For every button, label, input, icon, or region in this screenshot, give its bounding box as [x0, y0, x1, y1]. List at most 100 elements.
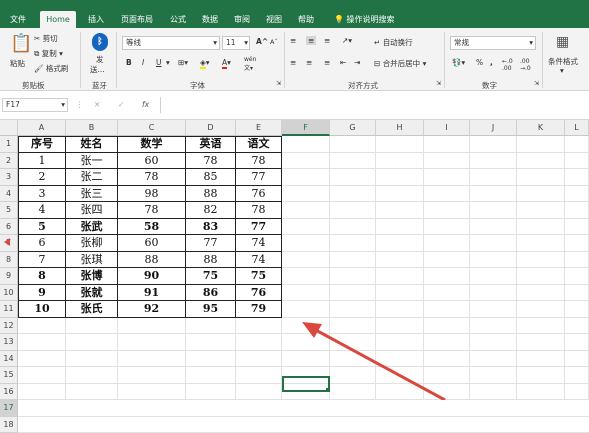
- name-box[interactable]: F17 ▾: [2, 98, 68, 112]
- wrap-text-button[interactable]: ↵ 自动换行: [374, 37, 413, 48]
- currency-icon[interactable]: 💱▾: [452, 58, 465, 67]
- grow-font-label: A: [256, 37, 262, 46]
- align-right-icon[interactable]: ≡: [324, 58, 330, 67]
- wrap-text-label: 自动换行: [383, 38, 413, 47]
- chevron-down-icon: ▾: [244, 37, 249, 49]
- separator: [444, 32, 445, 88]
- chevron-down-icon[interactable]: ▾: [560, 66, 564, 75]
- chevron-down-icon: ▾: [61, 99, 67, 111]
- group-label-alignment: 对齐方式: [348, 80, 378, 91]
- chevron-down-icon[interactable]: ▾: [166, 58, 170, 67]
- dialog-launcher-icon[interactable]: ⇲: [276, 80, 281, 87]
- separator: [80, 32, 81, 88]
- tab-home[interactable]: Home: [40, 11, 76, 28]
- bold-button[interactable]: B: [126, 58, 132, 67]
- row-header[interactable]: 18: [0, 417, 18, 433]
- tab-data[interactable]: 数据: [198, 11, 222, 28]
- dialog-launcher-icon[interactable]: ⇲: [534, 80, 539, 87]
- cut-button[interactable]: ✂ 剪切: [34, 33, 58, 44]
- underline-button[interactable]: U: [156, 58, 162, 67]
- lightbulb-icon: 💡: [334, 15, 344, 24]
- formula-bar: F17 ▾ ⋮ ✕ ✓ fx: [0, 92, 589, 120]
- comma-button[interactable]: ,: [490, 58, 493, 67]
- worksheet-grid[interactable]: ABCDEFGHIJKL123456789101112131415161718 …: [0, 120, 589, 400]
- chevron-down-icon: ▾: [213, 37, 219, 49]
- enter-icon[interactable]: ✓: [118, 100, 124, 109]
- number-format-value: 常规: [454, 38, 469, 47]
- title-bar: [0, 0, 589, 8]
- formula-input[interactable]: [162, 97, 589, 114]
- align-center-icon[interactable]: ≡: [306, 58, 312, 67]
- format-painter-label: 格式刷: [46, 64, 69, 73]
- ribbon-home: 📋 粘贴 ✂ 剪切 ⧉ 复制 ▾ 🖌 格式刷 剪贴板 ᛒ 发 送... 蓝牙 等…: [0, 28, 589, 91]
- percent-button[interactable]: %: [476, 58, 483, 67]
- group-label-bluetooth: 蓝牙: [92, 80, 107, 91]
- font-name-value: 等线: [126, 38, 141, 47]
- tell-me-search[interactable]: 💡 操作说明搜索: [334, 11, 424, 28]
- gridline: [18, 416, 589, 417]
- align-top-icon[interactable]: ≡: [290, 36, 296, 45]
- tab-review[interactable]: 审阅: [230, 11, 254, 28]
- ribbon-tabs: 文件 Home 插入 页面布局 公式 数据 审阅 视图 帮助 💡 操作说明搜索: [0, 8, 589, 28]
- grow-font-button[interactable]: A^: [256, 37, 268, 46]
- align-left-icon[interactable]: ≡: [290, 58, 296, 67]
- dialog-launcher-icon[interactable]: ⇲: [436, 80, 441, 87]
- decrease-decimal-icon[interactable]: .00→.0: [520, 58, 531, 72]
- conditional-format-icon[interactable]: ▦: [556, 34, 569, 50]
- shrink-font-label: A: [270, 38, 274, 46]
- italic-button[interactable]: I: [142, 58, 144, 67]
- format-painter-button[interactable]: 🖌 格式刷: [34, 63, 68, 74]
- tab-view[interactable]: 视图: [262, 11, 286, 28]
- decrease-indent-icon[interactable]: ⇤: [340, 58, 346, 67]
- tab-help[interactable]: 帮助: [294, 11, 318, 28]
- font-name-select[interactable]: 等线 ▾: [122, 36, 220, 50]
- bluetooth-icon[interactable]: ᛒ: [92, 33, 108, 51]
- phonetic-label: wén: [244, 56, 256, 63]
- cut-label: 剪切: [43, 34, 58, 43]
- separator: [116, 32, 117, 88]
- tab-page-layout[interactable]: 页面布局: [116, 11, 158, 28]
- more-options-icon: ⋮: [76, 100, 84, 109]
- scissors-icon: ✂: [34, 34, 40, 43]
- align-middle-icon[interactable]: ≡: [306, 36, 316, 45]
- tab-file[interactable]: 文件: [4, 11, 32, 28]
- font-size-value: 11: [226, 38, 236, 47]
- merge-icon: ⊟: [374, 59, 380, 68]
- copy-label: 复制: [42, 49, 57, 58]
- tab-insert[interactable]: 插入: [84, 11, 108, 28]
- separator: [160, 97, 161, 113]
- orientation-icon[interactable]: ↗▾: [342, 36, 352, 45]
- group-label-number: 数字: [482, 80, 497, 91]
- copy-icon: ⧉: [34, 49, 39, 58]
- row-header[interactable]: 17: [0, 400, 18, 417]
- bluetooth-send-label-2: 送...: [90, 64, 105, 75]
- tab-formulas[interactable]: 公式: [166, 11, 190, 28]
- annotation-arrow: [0, 120, 589, 400]
- shrink-font-button[interactable]: Aˇ: [270, 38, 278, 46]
- separator: [542, 32, 543, 88]
- group-label-clipboard: 剪贴板: [22, 80, 45, 91]
- number-format-select[interactable]: 常规 ▾: [450, 36, 536, 50]
- merge-center-button[interactable]: ⊟ 合并后居中 ▾: [374, 58, 426, 69]
- paste-icon[interactable]: 📋: [10, 34, 32, 54]
- merge-center-label: 合并后居中: [383, 59, 421, 68]
- brush-icon: 🖌: [34, 64, 44, 73]
- phonetic-button[interactable]: wén文▾: [244, 56, 256, 72]
- chevron-down-icon: ▾: [529, 37, 535, 49]
- border-icon[interactable]: ⊞▾: [178, 58, 188, 67]
- cancel-icon[interactable]: ✕: [94, 100, 100, 109]
- font-color-label: A: [222, 58, 227, 69]
- copy-button[interactable]: ⧉ 复制 ▾: [34, 48, 63, 59]
- paste-button[interactable]: 粘贴: [10, 58, 25, 69]
- insert-function-button[interactable]: fx: [142, 100, 149, 109]
- tell-me-label: 操作说明搜索: [347, 15, 395, 24]
- wrap-text-icon: ↵: [374, 38, 380, 47]
- align-bottom-icon[interactable]: ≡: [324, 36, 330, 45]
- fill-color-icon[interactable]: ◈▾: [200, 58, 210, 67]
- increase-indent-icon[interactable]: ⇥: [354, 58, 360, 67]
- name-box-value: F17: [6, 100, 20, 109]
- increase-decimal-icon[interactable]: ←.0.00: [502, 58, 513, 72]
- font-color-button[interactable]: A▾: [222, 58, 231, 67]
- group-label-font: 字体: [190, 80, 205, 91]
- font-size-select[interactable]: 11 ▾: [222, 36, 250, 50]
